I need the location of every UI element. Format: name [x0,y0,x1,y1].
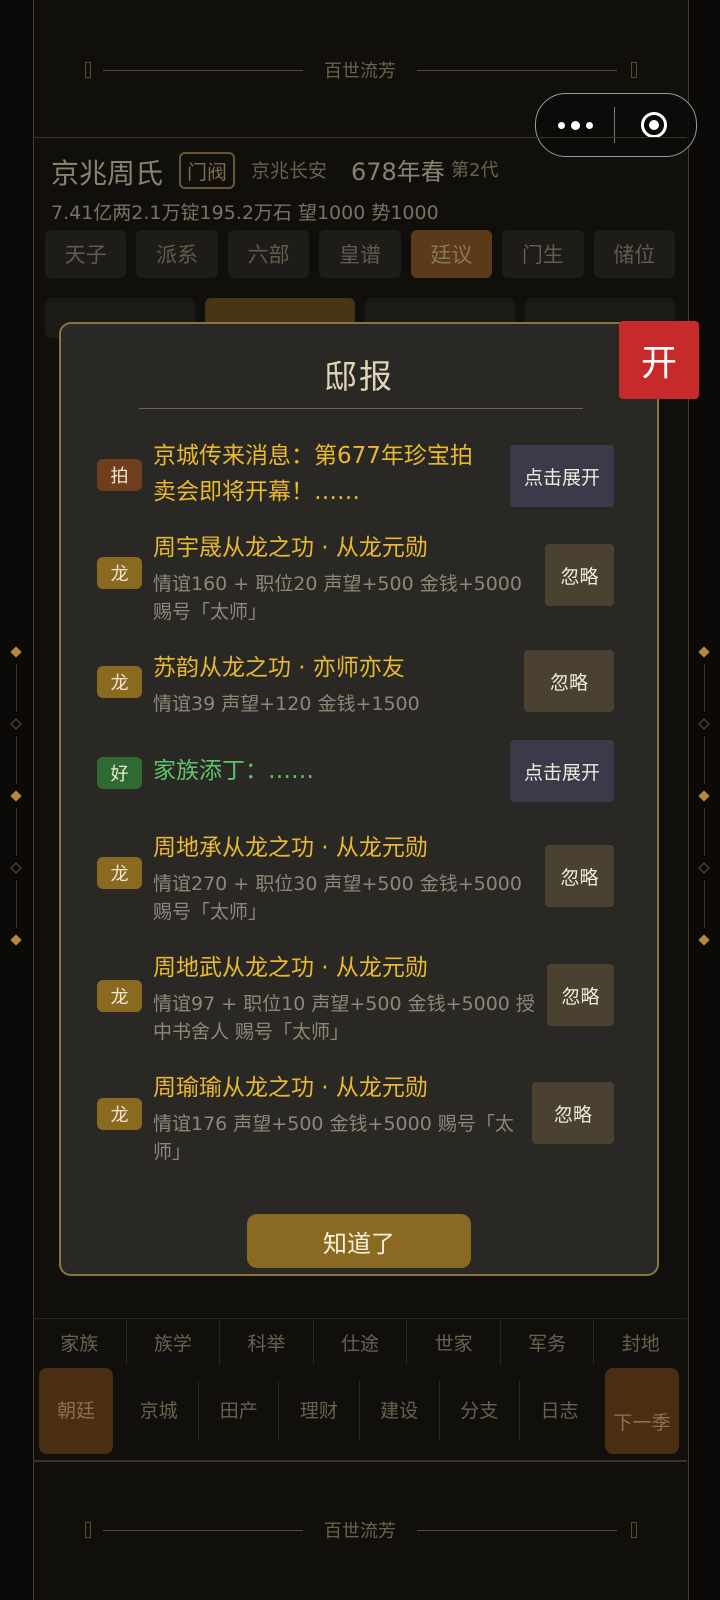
bottom-nav-secondary: 家族 族学 科举 仕途 世家 军务 封地 [33,1318,687,1365]
news-item: 龙 周地武从龙之功 · 从龙元勋 情谊97 + 职位10 声望+500 金钱+5… [97,950,627,1043]
news-headline: 周瑜瑜从龙之功 · 从龙元勋 [153,1075,428,1101]
clan-rank-badge: 门阀 [179,152,235,189]
clan-header: 京兆周氏 门阀 京兆长安 678年春 第2代 7.41亿两2.1万锭195.2万… [33,137,687,224]
acknowledge-button[interactable]: 知道了 [247,1214,471,1268]
nav-shijia[interactable]: 世家 [407,1319,501,1365]
dragon-badge: 龙 [97,1098,142,1130]
news-item: 龙 周宇晟从龙之功 · 从龙元勋 情谊160 + 职位20 声望+500 金钱+… [97,530,627,623]
news-headline: 苏韵从龙之功 · 亦师亦友 [153,655,405,681]
dragon-badge: 龙 [97,557,142,589]
nav-licai[interactable]: 理财 [279,1381,360,1441]
dragon-badge: 龙 [97,980,142,1012]
wealth-stats: 7.41亿两2.1万锭195.2万石 望1000 势1000 [51,202,439,224]
nav-jiazu[interactable]: 家族 [33,1319,127,1365]
nav-fengdi[interactable]: 封地 [594,1319,687,1365]
news-item: 龙 苏韵从龙之功 · 亦师亦友 情谊39 声望+120 金钱+1500 忽略 [97,650,627,715]
tab-tianzi[interactable]: 天子 [45,230,127,278]
bottom-nav-main: 朝廷 京城 田产 理财 建设 分支 日志 下一季 [39,1368,680,1454]
news-headline: 家族添丁：…… [153,758,314,784]
auction-badge: 拍 [97,459,142,491]
news-detail: 情谊97 + 职位10 声望+500 金钱+5000 授中书舍人 赐号「太师」 [153,993,535,1043]
news-item: 龙 周瑜瑜从龙之功 · 从龙元勋 情谊176 声望+500 金钱+5000 赐号… [97,1070,627,1163]
nav-junwu[interactable]: 军务 [501,1319,595,1365]
news-item: 好 家族添丁：…… 点击展开 [97,740,627,802]
more-menu-icon[interactable] [536,120,614,130]
nav-zuxue[interactable]: 族学 [127,1319,221,1365]
ignore-button[interactable]: 忽略 [545,845,614,907]
dragon-badge: 龙 [97,666,142,698]
nav-shitu[interactable]: 仕途 [314,1319,408,1365]
news-item: 拍 京城传来消息：第677年珍宝拍 卖会即将开幕！…… 点击展开 [97,438,627,510]
nav-jingcheng[interactable]: 京城 [119,1381,200,1441]
modal-title-divider [139,408,583,409]
tab-huangpu[interactable]: 皇谱 [319,230,401,278]
news-detail: 情谊39 声望+120 金钱+1500 [153,693,420,715]
generation: 第2代 [451,160,499,181]
tab-paixi[interactable]: 派系 [136,230,218,278]
news-item: 龙 周地承从龙之功 · 从龙元勋 情谊270 + 职位30 声望+500 金钱+… [97,830,627,923]
clan-location: 京兆长安 [251,160,328,182]
news-detail: 情谊270 + 职位30 声望+500 金钱+5000 赐号「太师」 [153,873,522,923]
tab-chuwei[interactable]: 储位 [593,230,675,278]
modal-title: 邸报 [324,357,394,396]
news-headline: 周宇晟从龙之功 · 从龙元勋 [153,535,428,561]
nav-jianshe[interactable]: 建设 [360,1381,440,1441]
ignore-button[interactable]: 忽略 [524,650,614,712]
banner-title: 百世流芳 [316,57,404,83]
tab-tingyi[interactable]: 廷议 [410,230,493,278]
court-tabs: 天子 派系 六部 皇谱 廷议 门生 储位 [45,230,675,278]
news-headline: 周地承从龙之功 · 从龙元勋 [153,835,428,861]
tab-liubu[interactable]: 六部 [227,230,310,278]
expand-button[interactable]: 点击展开 [510,740,614,802]
bottom-banner: 百世流芳 [33,1510,687,1550]
news-detail: 情谊176 声望+500 金钱+5000 赐号「太 师」 [153,1113,514,1163]
ignore-button[interactable]: 忽略 [545,544,614,606]
clan-name: 京兆周氏 [51,157,164,190]
next-season-button[interactable]: 下一季 [605,1368,680,1454]
bottom-banner-title: 百世流芳 [316,1517,404,1543]
open-button[interactable]: 开 [619,321,699,399]
divider [33,1460,687,1462]
tab-mensheng[interactable]: 门生 [502,230,584,278]
ignore-button[interactable]: 忽略 [547,964,614,1026]
right-ornament [698,646,710,946]
dragon-badge: 龙 [97,857,142,889]
ignore-button[interactable]: 忽略 [532,1082,614,1144]
nav-chaoting[interactable]: 朝廷 [39,1368,113,1454]
expand-button[interactable]: 点击展开 [510,445,614,507]
news-headline: 京城传来消息：第677年珍宝拍 卖会即将开幕！…… [153,443,473,505]
nav-keju[interactable]: 科举 [220,1319,314,1365]
close-miniprogram-icon[interactable] [615,112,693,138]
current-year: 678年春 [351,158,445,186]
good-news-badge: 好 [97,757,142,789]
top-banner: 百世流芳 [33,50,687,90]
news-headline: 周地武从龙之功 · 从龙元勋 [153,955,428,981]
news-detail: 情谊160 + 职位20 声望+500 金钱+5000 赐号「太师」 [153,573,522,623]
nav-fenzhi[interactable]: 分支 [440,1381,520,1441]
nav-rizhi[interactable]: 日志 [520,1381,599,1441]
left-ornament [10,646,22,946]
nav-tianchan[interactable]: 田产 [199,1381,280,1441]
dibao-modal: 邸报 拍 京城传来消息：第677年珍宝拍 卖会即将开幕！…… 点击展开 龙 周宇晟… [59,322,659,1276]
